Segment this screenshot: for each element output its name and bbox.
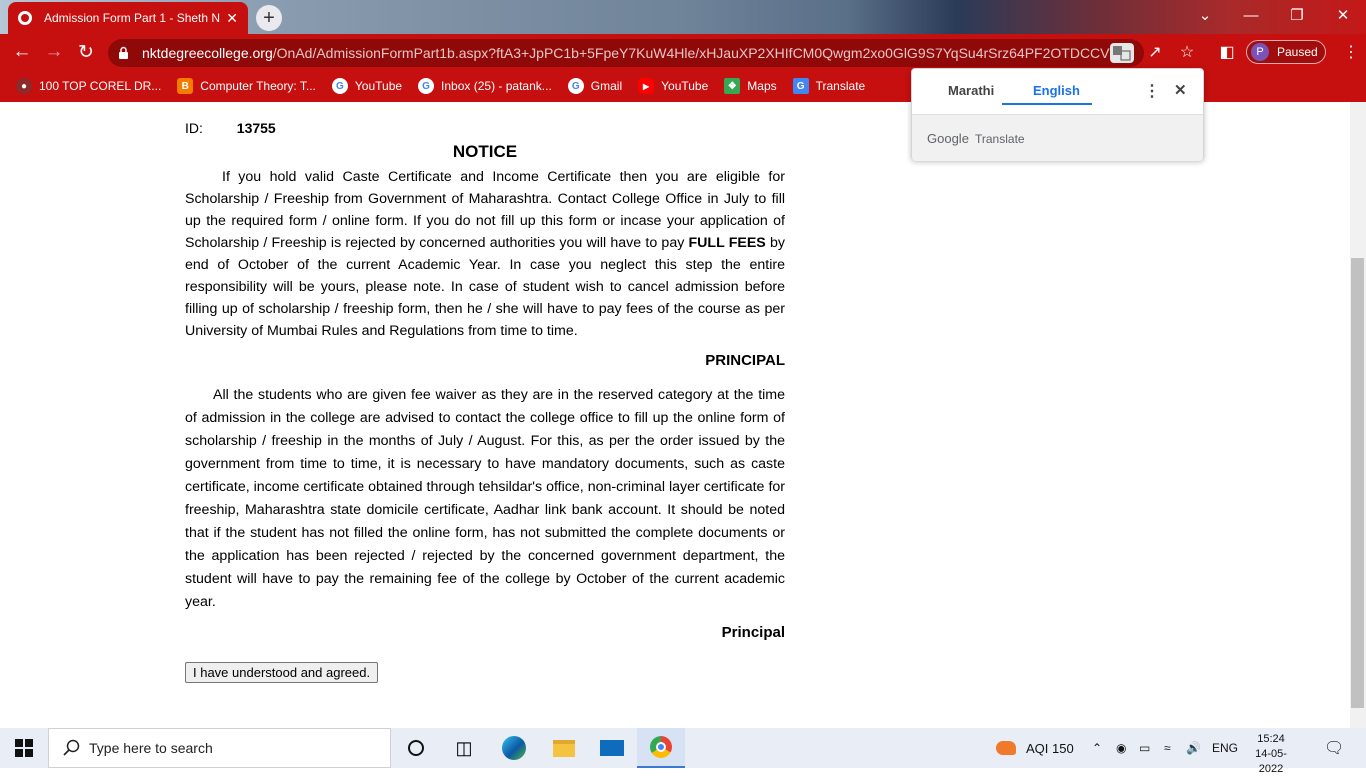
- address-bar[interactable]: nktdegreecollege.org/OnAd/AdmissionFormP…: [108, 39, 1144, 67]
- date-text: 14-05-2022: [1255, 748, 1287, 775]
- tab-close-icon[interactable]: ✕: [226, 10, 238, 27]
- bookmark-item[interactable]: ▶ YouTube: [638, 78, 708, 94]
- task-view-icon[interactable]: ◫: [440, 728, 488, 768]
- page-content: ID: 13755 NOTICE If you hold valid Caste…: [0, 102, 1350, 728]
- tab-title: Admission Form Part 1 - Sheth N: [44, 11, 221, 25]
- bookmark-item[interactable]: G Inbox (25) - patank...: [418, 78, 552, 94]
- profile-status: Paused: [1277, 45, 1318, 59]
- youtube-icon: ▶: [638, 78, 655, 94]
- profile-button[interactable]: P Paused: [1246, 40, 1326, 64]
- id-value: 13755: [236, 120, 276, 136]
- bookmark-item[interactable]: G Gmail: [567, 78, 622, 94]
- url-domain: nktdegreecollege.org: [142, 45, 273, 61]
- close-window-icon[interactable]: ✕: [1320, 0, 1366, 30]
- blogger-icon: B: [177, 78, 194, 94]
- bookmark-item[interactable]: G YouTube: [331, 78, 402, 94]
- lock-icon[interactable]: [118, 46, 129, 60]
- side-panel-icon[interactable]: ◧: [1212, 34, 1242, 70]
- translate-popup: Marathi English ⋮ ✕ Google Translate: [911, 68, 1204, 161]
- english-tab-underline: [1002, 103, 1092, 105]
- agree-button[interactable]: I have understood and agreed.: [185, 662, 379, 683]
- notice-paragraph-2: All the students who are given fee waive…: [185, 387, 785, 610]
- search-placeholder: Type here to search: [89, 740, 213, 756]
- clock[interactable]: 15:24 14-05-2022: [1248, 732, 1294, 777]
- windows-start-icon[interactable]: [15, 739, 33, 757]
- taskbar-search[interactable]: Type here to search: [48, 728, 391, 768]
- principal-signature-2: Principal: [721, 624, 785, 641]
- translate-brand: Translate: [975, 132, 1025, 146]
- restore-icon[interactable]: ❐: [1274, 0, 1320, 30]
- translate-menu-icon[interactable]: ⋮: [1144, 81, 1160, 101]
- full-fees-emphasis: FULL FEES: [688, 235, 766, 251]
- url-text[interactable]: nktdegreecollege.org/OnAd/AdmissionFormP…: [142, 45, 1134, 61]
- chrome-icon[interactable]: [637, 728, 685, 768]
- more-menu-icon[interactable]: ⋮: [1336, 34, 1366, 70]
- notice-paragraph-1: If you hold valid Caste Certificate and …: [185, 169, 785, 339]
- bookmark-item[interactable]: G Translate: [792, 78, 865, 94]
- file-explorer-icon[interactable]: [540, 728, 588, 768]
- tab-marathi[interactable]: Marathi: [948, 83, 994, 98]
- notification-icon[interactable]: 🗨: [1324, 728, 1344, 768]
- google-icon: G: [567, 78, 584, 94]
- edge-icon[interactable]: [490, 728, 538, 768]
- time-text: 15:24: [1257, 733, 1285, 745]
- maps-icon: ❖: [724, 78, 741, 94]
- translate-tabs: Marathi English ⋮ ✕: [912, 69, 1203, 115]
- bookmark-item[interactable]: ❖ Maps: [724, 78, 777, 94]
- meet-now-icon[interactable]: ◉: [1116, 728, 1126, 768]
- notice-title: NOTICE: [452, 142, 518, 161]
- bookmark-item[interactable]: B Computer Theory: T...: [177, 78, 316, 94]
- wifi-icon[interactable]: ≈: [1164, 728, 1171, 768]
- translate-icon: G: [792, 78, 809, 94]
- google-icon: G: [331, 78, 348, 94]
- translate-close-icon[interactable]: ✕: [1174, 81, 1187, 99]
- back-arrow-icon[interactable]: ←: [6, 34, 38, 70]
- page-translate-icon[interactable]: [1110, 43, 1134, 63]
- id-label: ID:: [185, 120, 203, 136]
- bookmark-item[interactable]: ● 100 TOP COREL DR...: [16, 78, 161, 94]
- language-indicator[interactable]: ENG: [1212, 728, 1238, 768]
- site-favicon-icon: [18, 11, 32, 25]
- scrollbar-thumb[interactable]: [1351, 258, 1364, 708]
- battery-icon[interactable]: ▭: [1139, 728, 1150, 768]
- translate-footer: Google Translate: [912, 115, 1203, 161]
- corel-icon: ●: [16, 78, 32, 94]
- bookmark-star-icon[interactable]: ☆: [1172, 34, 1202, 70]
- search-icon: [63, 739, 80, 756]
- profile-avatar: P: [1251, 43, 1269, 61]
- forward-arrow-icon[interactable]: →: [38, 34, 70, 70]
- aqi-text[interactable]: AQI 150: [1026, 728, 1074, 768]
- weather-icon[interactable]: [996, 728, 1016, 768]
- toolbar: ← → ↻ nktdegreecollege.org/OnAd/Admissio…: [0, 34, 1366, 70]
- cortana-icon[interactable]: [392, 728, 440, 768]
- principal-signature-1: PRINCIPAL: [705, 352, 785, 369]
- tab-english[interactable]: English: [1033, 83, 1080, 98]
- share-icon[interactable]: ↗: [1140, 34, 1170, 70]
- url-path: /OnAd/AdmissionFormPart1b.aspx?ftA3+JpPC…: [272, 45, 1134, 61]
- volume-icon[interactable]: 🔊: [1186, 728, 1201, 768]
- new-tab-button[interactable]: +: [256, 5, 282, 31]
- reload-icon[interactable]: ↻: [70, 34, 102, 70]
- id-line: ID: 13755: [185, 120, 276, 136]
- google-icon: G: [418, 78, 435, 94]
- browser-tab[interactable]: Admission Form Part 1 - Sheth N ✕: [8, 2, 248, 34]
- show-hidden-icons-icon[interactable]: ⌃: [1092, 728, 1102, 768]
- tab-search-icon[interactable]: ⌄: [1182, 0, 1228, 30]
- minimize-icon[interactable]: —: [1228, 0, 1274, 30]
- mail-icon[interactable]: [588, 728, 636, 768]
- google-brand: Google: [927, 131, 969, 146]
